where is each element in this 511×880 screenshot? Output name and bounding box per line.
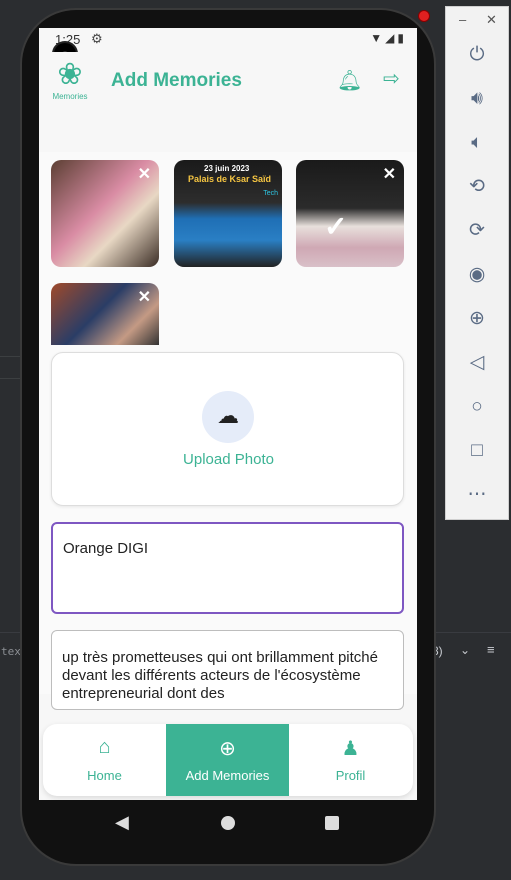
back-icon[interactable]: ◁ [446,343,508,383]
ide-gutter [0,0,22,880]
status-bar: 1:25 ⚙ ▼◢▮ [39,28,417,52]
upload-icon-circle: ☁ [202,391,254,443]
title-input[interactable]: Orange DIGI [51,522,404,614]
home-circle-icon[interactable] [221,816,235,830]
main-content: ✕ 23 juin 2023 Palais de Ksar Saïd Tech … [39,152,417,710]
add-circle-icon: ⊕ [219,738,236,760]
home-icon[interactable]: ○ [446,387,508,427]
photo-caption: Palais de Ksar Saïd [188,174,272,184]
photo-thumbnail[interactable]: 23 juin 2023 Palais de Ksar Saïd Tech [174,160,282,267]
close-icon[interactable]: ✕ [486,12,497,28]
close-icon[interactable]: ✕ [138,164,151,184]
nav-add-memories[interactable]: ⊕ Add Memories [166,724,289,796]
notification-dot [418,10,430,22]
overview-icon[interactable]: □ [446,431,508,471]
rotate-left-icon[interactable]: ⟲ [446,167,508,207]
ide-divider [0,378,22,379]
photo-caption: Tech [263,190,278,197]
power-icon[interactable]: ⏻ [446,35,508,75]
rotate-right-icon[interactable]: ⟳ [446,211,508,251]
camera-icon[interactable]: ◉ [446,255,508,295]
photo-thumbnail[interactable]: ✓ ✕ [296,160,404,267]
menu-icon[interactable]: ≡ [487,642,495,657]
emulator-toolbar: – ✕ ⏻ 🔊︎ 🔈︎ ⟲ ⟳ ◉ ⊕ ◁ ○ □ ⋯ [445,6,509,520]
upload-label: Upload Photo [183,451,274,468]
nav-home[interactable]: ⌂ Home [43,724,166,796]
back-icon[interactable]: ◀ [115,812,129,833]
home-icon: ⌂ [98,736,111,758]
photo-thumbnail[interactable]: ✕ [51,283,159,345]
phone-screen: 1:25 ⚙ ▼◢▮ ❀ Memories Add Memories 🔔︎ ⇨ … [39,28,417,800]
zoom-icon[interactable]: ⊕ [446,299,508,339]
bottom-nav: ⌂ Home ⊕ Add Memories ♟ Profil [43,724,413,796]
app-logo: ❀ Memories [47,58,93,110]
bell-icon[interactable]: 🔔︎ [337,68,362,93]
chevron-down-icon[interactable]: ⌄ [460,643,470,657]
close-icon[interactable]: ✕ [138,287,151,307]
recents-icon[interactable] [325,816,339,830]
gear-icon: ⚙ [91,31,103,46]
photo-thumbnail[interactable]: ✕ [51,160,159,267]
close-icon[interactable]: ✕ [383,164,396,184]
emulator-titlebar: – ✕ [446,7,508,35]
description-input[interactable]: up très prometteuses qui ont brillamment… [51,630,404,710]
photo-caption: 23 juin 2023 [204,164,250,173]
nav-profil[interactable]: ♟ Profil [289,724,412,796]
status-icons: ▼◢▮ [370,31,407,45]
nav-label: Profil [335,768,366,783]
more-icon[interactable]: ⋯ [446,475,508,515]
volume-down-icon[interactable]: 🔈︎ [446,123,508,163]
volume-up-icon[interactable]: 🔊︎ [446,79,508,119]
upload-photo-button[interactable]: ☁ Upload Photo [51,352,404,506]
person-icon: ♟ [341,738,360,760]
nav-label: Home [87,768,122,783]
cloud-upload-icon: ☁ [217,403,239,428]
app-bar: ❀ Memories Add Memories 🔔︎ ⇨ [39,52,417,148]
check-icon: ✓ [324,211,348,242]
ide-divider [0,356,22,357]
rose-icon: ❀ [57,58,83,91]
page-title: Add Memories [111,70,242,91]
minimize-icon[interactable]: – [459,12,466,27]
nav-label: Add Memories [185,768,270,783]
logout-icon[interactable]: ⇨ [383,66,400,91]
logo-text: Memories [52,92,88,101]
system-nav-bar: ◀ [39,800,417,848]
